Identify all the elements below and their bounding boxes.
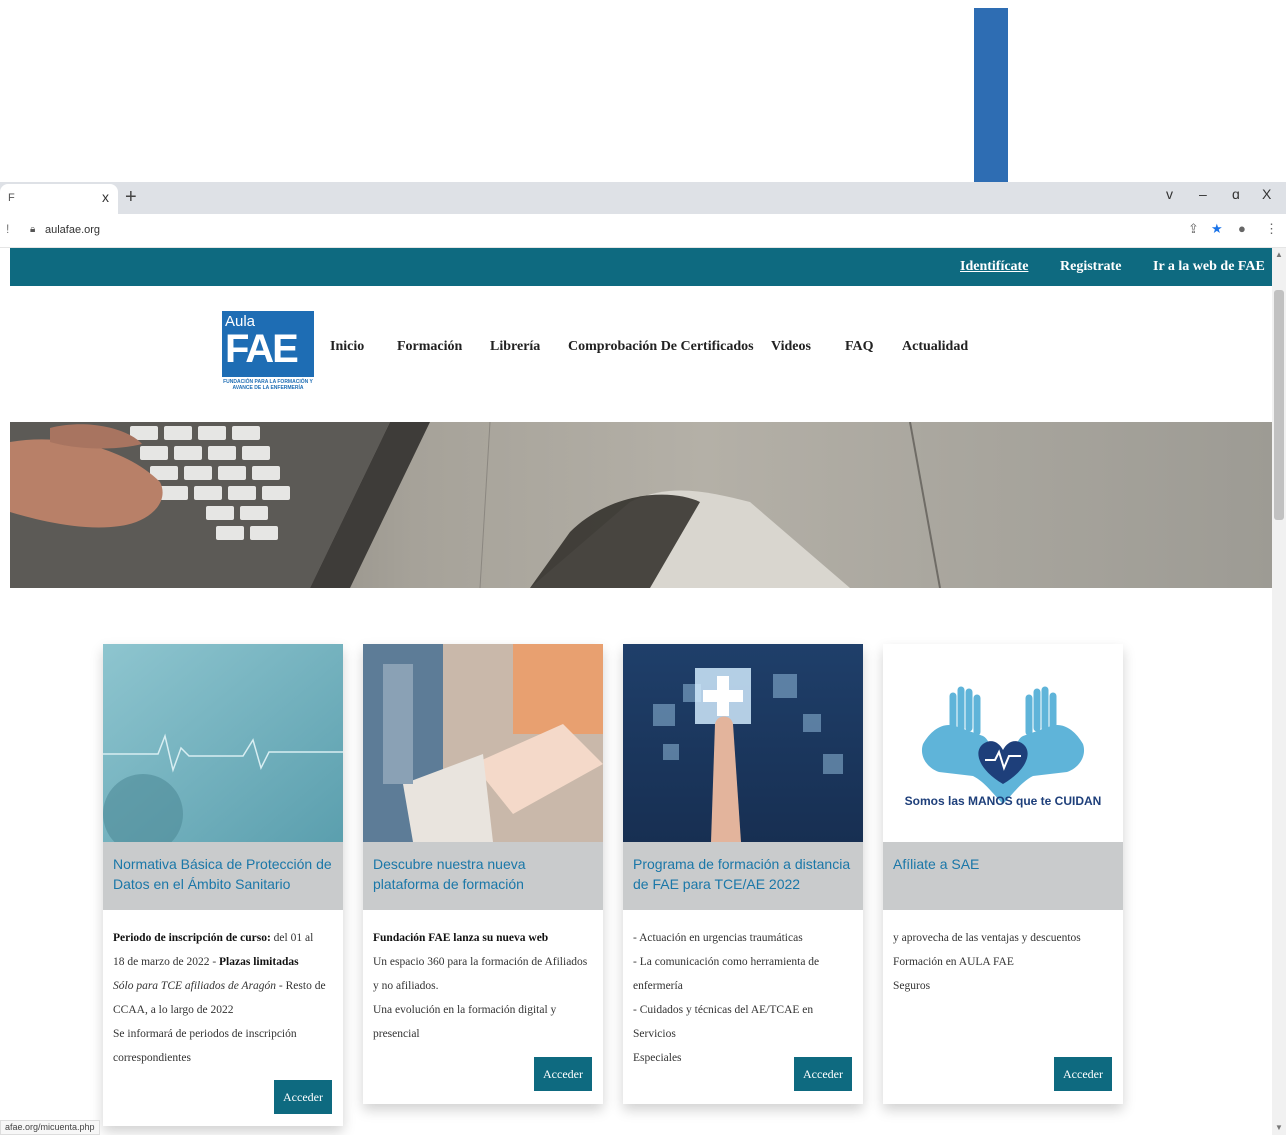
url-text[interactable]: aulafae.org [45, 224, 100, 236]
new-tab-button[interactable]: + [125, 186, 137, 209]
card-header: Afíliate a SAE [883, 842, 1123, 910]
nav-videos[interactable]: Videos [771, 339, 811, 355]
card-line: CCAA, a lo largo de 2022 [113, 1004, 234, 1016]
profile-icon[interactable]: ● [1238, 221, 1246, 236]
scroll-up-icon[interactable]: ▲ [1275, 250, 1283, 259]
card-line: - Actuación en urgencias traumáticas [633, 932, 803, 944]
card-title[interactable]: Normativa Básica de Protección de Datos … [113, 854, 333, 894]
card-title[interactable]: Programa de formación a distancia de FAE… [633, 854, 853, 894]
card-body: - Actuación en urgencias traumáticas - L… [623, 910, 863, 1070]
card-body: Periodo de inscripción de curso: del 01 … [103, 910, 343, 1070]
browser-tab[interactable] [0, 184, 118, 214]
card-line: 18 de marzo de 2022 - Plazas limitadas [113, 956, 299, 968]
minimize-button[interactable]: – [1199, 186, 1207, 202]
scroll-down-icon[interactable]: ▼ [1275, 1123, 1283, 1132]
tab-close-icon[interactable]: x [102, 189, 109, 205]
hands-heart-icon [921, 686, 1085, 804]
card-line: y aprovecha de las ventajas y descuentos [893, 932, 1081, 944]
nav-comprobacion-certificados[interactable]: Comprobación De Certificados [568, 339, 754, 355]
register-link[interactable]: Registrate [1060, 259, 1121, 275]
tab-title: F [8, 192, 15, 204]
card-header: Programa de formación a distancia de FAE… [623, 842, 863, 910]
identify-link[interactable]: Identifícate [960, 259, 1028, 275]
card-line: enfermería [633, 980, 683, 992]
card-title[interactable]: Afíliate a SAE [893, 854, 1113, 874]
aula-fae-logo[interactable]: Aula FAE FUNDACIÓN PARA LA FORMACIÓN Y A… [222, 311, 314, 396]
card-line: - La comunicación como herramienta de [633, 956, 820, 968]
course-card-new-platform: Descubre nuestra nueva plataforma de for… [363, 644, 603, 1104]
arrow-down-annotation-icon [974, 8, 1008, 196]
kebab-menu-icon[interactable]: ⋮ [1265, 221, 1278, 237]
back-edge-icon: ! [6, 222, 10, 236]
card-line: Formación en AULA FAE [893, 956, 1014, 968]
close-window-button[interactable]: X [1262, 186, 1271, 202]
card-line: Fundación FAE lanza su nueva web [373, 932, 549, 944]
address-bar[interactable] [0, 214, 1286, 248]
membership-card-sae: Somos las MANOS que te CUIDAN Afíliate a… [883, 644, 1123, 1104]
card-body: y aprovecha de las ventajas y descuentos… [883, 910, 1123, 998]
card-line: Periodo de inscripción de curso: del 01 … [113, 932, 314, 944]
logo-fae-text: FAE [225, 327, 299, 371]
card-image-caption: Somos las MANOS que te CUIDAN [904, 794, 1102, 808]
card-line: Un espacio 360 para la formación de Afil… [373, 956, 588, 968]
card-line: Una evolución en la formación digital y [373, 1004, 557, 1016]
acceder-button[interactable]: Acceder [1054, 1057, 1112, 1091]
card-title[interactable]: Descubre nuestra nueva plataforma de for… [373, 854, 593, 894]
screenshot-root: F x + v – ɑ X ! 🔒︎ aulafae.org ⇪ ★ ● ⋮ I… [0, 0, 1286, 1135]
card-line: presencial [373, 1028, 420, 1040]
browser-tabstrip [0, 182, 1286, 214]
nav-libreria[interactable]: Librería [490, 339, 540, 355]
acceder-button[interactable]: Acceder [534, 1057, 592, 1091]
tab-search-icon[interactable]: v [1166, 186, 1173, 202]
restore-button[interactable]: ɑ [1232, 186, 1240, 202]
course-card-distance-program: Programa de formación a distancia de FAE… [623, 644, 863, 1104]
lock-icon[interactable]: 🔒︎ [30, 224, 35, 235]
card-line: y no afiliados. [373, 980, 439, 992]
card-line: Sólo para TCE afiliados de Aragón - Rest… [113, 980, 326, 992]
nav-inicio[interactable]: Inicio [330, 339, 364, 355]
nav-actualidad[interactable]: Actualidad [902, 339, 968, 355]
card-header: Descubre nuestra nueva plataforma de for… [363, 842, 603, 910]
logo-subtitle: FUNDACIÓN PARA LA FORMACIÓN Y AVANCE DE … [223, 379, 313, 391]
card-header: Normativa Básica de Protección de Datos … [103, 842, 343, 910]
card-image-hands-heart: Somos las MANOS que te CUIDAN [883, 644, 1123, 842]
hero-banner-image [10, 422, 1272, 588]
acceder-button[interactable]: Acceder [274, 1080, 332, 1114]
card-image-medical-touch [623, 644, 863, 842]
card-line: Seguros [893, 980, 931, 992]
card-image-ekg [103, 644, 343, 842]
nav-faq[interactable]: FAQ [845, 339, 874, 355]
course-card-data-protection: Normativa Básica de Protección de Datos … [103, 644, 343, 1126]
nav-formacion[interactable]: Formación [397, 339, 462, 355]
fae-web-link[interactable]: Ir a la web de FAE [1153, 259, 1265, 275]
card-body: Fundación FAE lanza su nueva web Un espa… [363, 910, 603, 1046]
card-image-books [363, 644, 603, 842]
card-line: - Cuidados y técnicas del AE/TCAE en Ser… [633, 1004, 814, 1040]
status-bar-url: afae.org/micuenta.php [0, 1120, 100, 1135]
scrollbar-thumb[interactable] [1274, 290, 1284, 520]
star-icon[interactable]: ★ [1211, 221, 1223, 237]
card-line: Se informará de periodos de inscripción [113, 1028, 297, 1040]
acceder-button[interactable]: Acceder [794, 1057, 852, 1091]
share-icon[interactable]: ⇪ [1188, 221, 1199, 237]
card-line: correspondientes [113, 1052, 191, 1064]
